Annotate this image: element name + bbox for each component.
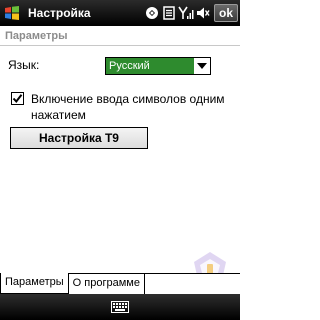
windows-flag-icon [5, 6, 19, 20]
title-bar: Настройка ok [0, 0, 240, 26]
menu-bar [0, 294, 240, 320]
checkmark-icon [12, 94, 23, 104]
tab-about[interactable]: О программе [68, 274, 145, 294]
tab-parameters[interactable]: Параметры [0, 273, 69, 294]
connectivity-icon[interactable] [143, 0, 160, 26]
language-dropdown[interactable]: Русский [105, 57, 211, 75]
speaker-mute-icon[interactable] [194, 0, 211, 26]
language-label: Язык: [8, 58, 40, 72]
t9-settings-button[interactable]: Настройка T9 [10, 127, 148, 149]
tab-bar: Параметры О программе [0, 273, 240, 294]
window-title: Настройка [28, 6, 91, 20]
symbol-input-label: Включение ввода символов одним нажатием [31, 92, 225, 122]
notification-icon[interactable] [160, 0, 177, 26]
start-button[interactable] [0, 0, 24, 26]
dropdown-arrow-icon[interactable] [194, 58, 210, 74]
ok-button[interactable]: ok [214, 4, 238, 22]
language-selected-value: Русский [106, 58, 194, 74]
signal-icon[interactable] [177, 0, 194, 26]
page-title: Параметры [0, 26, 240, 46]
symbol-input-checkbox[interactable] [11, 92, 24, 105]
keyboard-icon[interactable] [111, 301, 129, 313]
